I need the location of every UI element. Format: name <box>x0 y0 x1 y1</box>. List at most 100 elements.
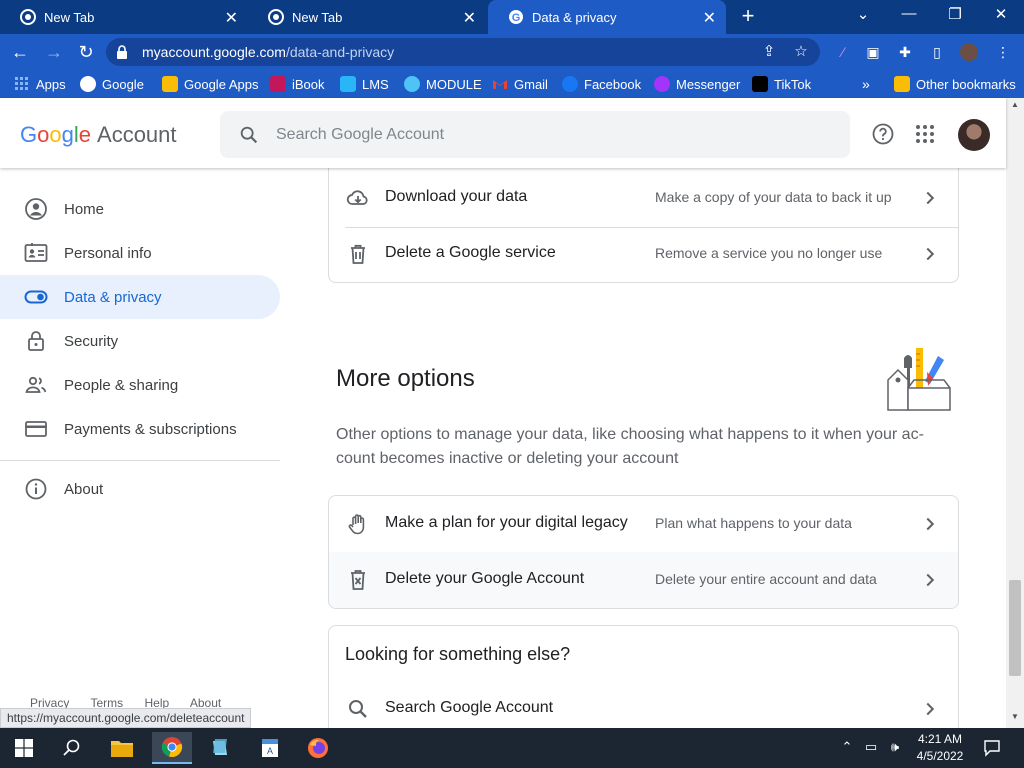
tab-new-tab-1[interactable]: New Tab ✕ <box>0 0 248 34</box>
chevron-right-icon <box>919 698 941 720</box>
ibook-icon <box>270 76 286 92</box>
download-data-row[interactable]: Download your data Make a copy of your d… <box>329 170 958 226</box>
messenger-icon <box>654 76 670 92</box>
tab-new-tab-2[interactable]: New Tab ✕ <box>248 0 486 34</box>
toggle-icon <box>24 285 48 309</box>
firefox-icon[interactable] <box>298 732 338 764</box>
page-scrollbar[interactable]: ▲ ▼ <box>1006 98 1024 728</box>
delete-service-row[interactable]: Delete a Google service Remove a service… <box>329 226 958 282</box>
windows-start-icon[interactable] <box>4 732 44 764</box>
sidebar-item-people-sharing[interactable]: People & sharing <box>0 363 280 407</box>
clock-date: 4/5/2022 <box>916 749 964 763</box>
tab-title: New Tab <box>44 9 95 25</box>
toolbox-illustration <box>884 344 954 414</box>
chrome-favicon-icon <box>20 9 36 25</box>
clock-time: 4:21 AM <box>917 732 963 746</box>
bookmarks-overflow-icon[interactable]: » <box>862 75 870 93</box>
new-tab-plus-icon[interactable]: + <box>736 5 760 29</box>
file-explorer-icon[interactable] <box>102 732 142 764</box>
back-arrow-icon[interactable]: ← <box>8 40 32 64</box>
side-panel-icon[interactable]: ▯ <box>928 43 946 61</box>
sidebar-item-data-privacy[interactable]: Data & privacy <box>0 275 280 319</box>
bookmark-messenger[interactable]: Messenger <box>654 75 740 93</box>
minimize-icon[interactable]: — <box>894 5 924 22</box>
pen-extension-icon[interactable]: ∕ <box>834 43 852 61</box>
lock-icon <box>116 44 128 60</box>
sidebar-item-home[interactable]: Home <box>0 187 280 231</box>
tab-search-chevron-icon[interactable]: ⌄ <box>848 5 878 23</box>
google-account-logo[interactable]: Google Account <box>20 122 177 148</box>
google-g-icon <box>80 76 96 92</box>
browser-tab-bar: New Tab ✕ New Tab ✕ G Data & privacy ✕ +… <box>0 0 1024 34</box>
sidebar-item-payments[interactable]: Payments & subscriptions <box>0 407 280 451</box>
chevron-right-icon <box>919 243 941 265</box>
home-icon <box>24 197 48 221</box>
credit-card-icon <box>24 417 48 441</box>
bookmark-lms[interactable]: LMS <box>340 75 389 93</box>
chrome-taskbar-icon[interactable] <box>152 732 192 764</box>
download-delete-card: Download your data Make a copy of your d… <box>328 150 959 283</box>
sidebar-item-security[interactable]: Security <box>0 319 280 363</box>
bookmark-google[interactable]: Google <box>80 75 144 93</box>
digital-legacy-row[interactable]: Make a plan for your digital legacy Plan… <box>329 496 958 552</box>
address-bar[interactable]: myaccount.google.com/data-and-privacy ⇪ … <box>106 38 820 66</box>
facebook-icon <box>562 76 578 92</box>
scroll-up-arrow-icon[interactable]: ▲ <box>1010 100 1020 109</box>
bookmark-apps[interactable]: Apps <box>14 75 66 93</box>
chevron-right-icon <box>919 569 941 591</box>
sidebar-item-about[interactable]: About <box>0 467 280 511</box>
volume-icon[interactable]: 🕪 <box>886 739 904 755</box>
scrollbar-thumb[interactable] <box>1009 580 1021 676</box>
network-icon[interactable]: ▭ <box>862 739 880 755</box>
bookmark-facebook[interactable]: Facebook <box>562 75 641 93</box>
bookmark-ibook[interactable]: iBook <box>270 75 325 93</box>
close-window-icon[interactable]: ✕ <box>986 5 1016 23</box>
folder-icon <box>894 76 910 92</box>
bookmark-other[interactable]: Other bookmarks <box>894 75 1016 93</box>
avatar[interactable] <box>958 119 990 151</box>
tab-data-privacy[interactable]: G Data & privacy ✕ <box>488 0 726 34</box>
scroll-down-arrow-icon[interactable]: ▼ <box>1010 712 1020 721</box>
people-icon <box>24 373 48 397</box>
taskbar-clock[interactable]: 4:21 AM 4/5/2022 <box>910 731 970 765</box>
tray-chevron-up-icon[interactable]: ⌃ <box>838 739 856 755</box>
tab-close-icon[interactable]: ✕ <box>463 8 476 28</box>
profile-avatar-icon[interactable] <box>960 43 978 61</box>
sidebar-divider <box>0 460 280 461</box>
reload-icon[interactable]: ↻ <box>74 40 98 64</box>
help-icon[interactable] <box>871 122 895 146</box>
bookmark-star-icon[interactable]: ☆ <box>792 43 810 61</box>
notification-icon[interactable] <box>972 732 1012 764</box>
looking-else-card: Looking for something else? Search Googl… <box>328 625 959 735</box>
notes-app-icon[interactable] <box>200 732 240 764</box>
share-icon[interactable]: ⇪ <box>760 43 778 61</box>
search-icon[interactable] <box>238 124 260 146</box>
extensions-puzzle-icon[interactable]: ✚ <box>896 43 914 61</box>
more-options-description: Other options to manage your data, like … <box>336 426 924 467</box>
apps-grid-icon[interactable] <box>913 122 937 146</box>
delete-account-row[interactable]: Delete your Google Account Delete your e… <box>329 552 958 608</box>
looking-else-title: Looking for something else? <box>345 644 571 664</box>
search-icon[interactable] <box>52 732 92 764</box>
more-options-title: More options <box>336 365 475 392</box>
sidebar-item-personal-info[interactable]: Personal info <box>0 231 280 275</box>
folder-icon <box>162 76 178 92</box>
bookmark-tiktok[interactable]: TikTok <box>752 75 811 93</box>
search-box <box>220 111 850 158</box>
menu-kebab-icon[interactable]: ⋮ <box>994 43 1012 61</box>
screen-extension-icon[interactable]: ▣ <box>864 43 882 61</box>
wordpad-icon[interactable]: A <box>250 732 290 764</box>
forward-arrow-icon[interactable]: → <box>42 40 66 64</box>
bookmark-module[interactable]: MODULE <box>404 75 482 93</box>
gmail-icon <box>492 76 508 92</box>
restore-icon[interactable]: ❐ <box>940 5 970 23</box>
search-input[interactable] <box>276 123 816 147</box>
lms-icon <box>340 76 356 92</box>
bookmark-google-apps[interactable]: Google Apps <box>162 75 258 93</box>
bookmark-gmail[interactable]: Gmail <box>492 75 548 93</box>
module-icon <box>404 76 420 92</box>
bookmarks-bar: Apps Google Google Apps iBook LMS MODULE… <box>0 70 1024 98</box>
tab-close-icon[interactable]: ✕ <box>703 8 716 28</box>
trash-icon <box>346 242 370 266</box>
tab-close-icon[interactable]: ✕ <box>225 8 238 28</box>
